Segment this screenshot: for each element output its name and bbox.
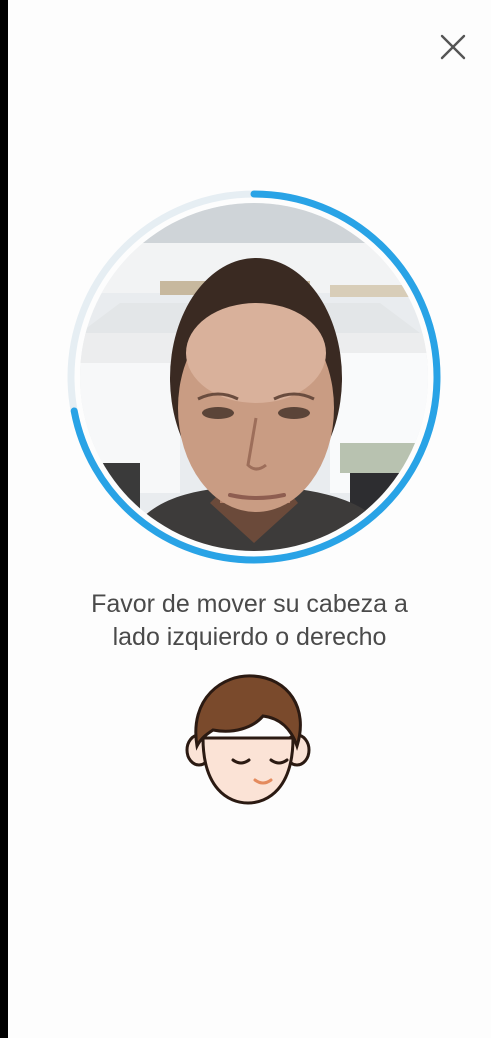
- close-icon: [440, 34, 466, 60]
- face-capture-screen: Favor de mover su cabeza a lado izquierd…: [8, 0, 491, 1038]
- head-turn-face-icon: [185, 674, 311, 805]
- instruction-text: Favor de mover su cabeza a lado izquierd…: [91, 590, 408, 651]
- camera-feed: [80, 203, 428, 551]
- close-button[interactable]: [438, 32, 468, 62]
- head-turn-illustration: [183, 668, 313, 808]
- camera-preview: [64, 187, 444, 567]
